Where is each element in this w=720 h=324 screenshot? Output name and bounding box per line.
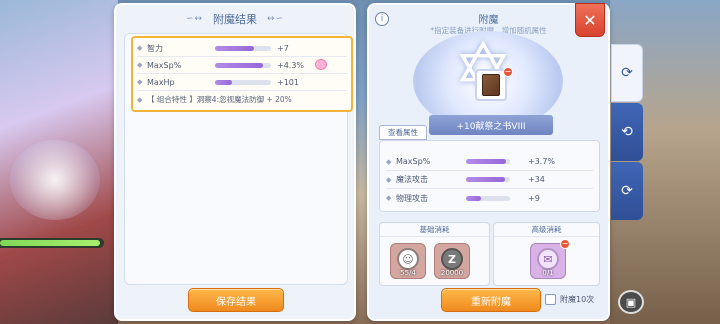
zeny-coin-icon: Z [441,248,463,270]
bullet-icon: ◆ [137,61,143,69]
attribute-value: +3.7% [528,157,556,166]
side-tab-enchant[interactable]: ⟳ [611,44,643,102]
enchant-tab-icon: ⟲ [621,124,633,140]
result-stat-row: ◆ 智力 +7 [137,40,347,57]
result-stats-box: ◆ 智力 +7 ◆ MaxSp% +4.3% ◆ MaxHp +101 ◆ 【 … [124,33,353,285]
stat-value: +4.3% [277,60,305,70]
enchant-10-checkbox[interactable] [545,294,556,305]
bullet-icon: ◆ [386,157,392,166]
bullet-icon: ◆ [386,175,392,184]
result-panel-title: 附魔结果 [213,13,257,26]
result-stat-row: ◆ MaxHp +101 [137,74,347,91]
close-button[interactable]: ✕ [575,3,605,37]
bullet-icon: ◆ [137,95,143,104]
stat-bar [215,45,271,51]
save-result-button[interactable]: 保存结果 [188,288,284,312]
enchant-10-label: 附魔10次 [560,295,595,304]
material-item[interactable]: ☺ 55/4 [390,243,426,279]
attribute-bar [466,177,510,182]
material-count: 0/1 [542,269,554,277]
enchant-crystal-icon: ☺ [397,248,419,270]
material-count: 20000 [440,269,464,277]
equipment-slot[interactable] [475,69,507,101]
deco-left-icon: ∽↔ [185,14,203,24]
remove-item-icon[interactable]: − [503,67,513,77]
advanced-ticket-icon: ✉ [537,248,559,270]
pig-icon [315,59,327,70]
stat-bar [215,62,271,68]
bullet-icon: ◆ [386,194,392,202]
enchant-10-toggle[interactable]: 附魔10次 [545,294,594,305]
enchant-panel-title: 附魔 [478,15,499,26]
reenchant-button[interactable]: 重新附魔 [441,288,541,312]
stat-bar [215,79,271,85]
attribute-value: +34 [528,175,545,184]
result-stat-row: ◆ MaxSp% +4.3% [137,57,347,74]
chest-icon[interactable]: ▣ [618,290,644,314]
hp-bar [0,238,104,248]
material-count: 55/4 [400,269,416,277]
material-item[interactable]: Z 20000 [434,243,470,279]
base-cost-box: 基础消耗 ☺ 55/4 Z 20000 [379,222,490,286]
attribute-row: ◆ 物理攻击 +9 [386,189,593,207]
attribute-row: ◆ MaxSp% +3.7% [386,153,593,171]
advanced-cost-box: 高级消耗 ✉ 0/1 − [493,222,600,286]
attribute-name: MaxSp% [396,157,431,166]
base-cost-title: 基础消耗 [380,223,489,237]
remove-material-icon[interactable]: − [560,239,570,249]
attribute-value: +9 [528,193,540,203]
side-tab-enchant-2[interactable]: ⟲ [611,103,643,161]
stat-value: +7 [277,43,289,53]
attribute-name: 魔法攻击 [396,175,428,184]
combo-row: ◆ 【 组合特性 】洞察4:忽视魔法防御 + 20% [137,91,347,108]
enchant-tab-icon: ⟳ [621,183,633,199]
advanced-cost-title: 高级消耗 [494,223,599,237]
attribute-row: ◆ 魔法攻击 +34 [386,171,593,189]
enchant-tab-icon: ⟳ [621,65,633,81]
item-name-ribbon: +10献祭之书VIII [429,115,553,135]
combo-text: 【 组合特性 】洞察4:忽视魔法防御 + 20% [147,95,292,104]
stat-value: +101 [277,77,299,87]
light-glow [10,140,100,220]
stat-name: MaxSp% [147,60,182,70]
attributes-box: ◆ MaxSp% +3.7% ◆ 魔法攻击 +34 ◆ 物理攻击 +9 [379,140,600,212]
side-tab-enchant-3[interactable]: ⟳ [611,162,643,220]
bullet-icon: ◆ [137,44,143,52]
result-panel-header: ∽↔ 附魔结果 ↔∽ [116,5,354,33]
stat-name: MaxHp [147,77,175,87]
view-attributes-tab[interactable]: 查看属性 [379,125,427,140]
book-icon [482,74,500,96]
side-tab-bar: ⟳ ⟲ ⟳ [611,44,643,221]
attribute-bar [466,195,510,201]
stat-name: 智力 [147,43,163,53]
result-stat-list[interactable]: ◆ 智力 +7 ◆ MaxSp% +4.3% ◆ MaxHp +101 ◆ 【 … [131,36,353,112]
deco-right-icon: ↔∽ [267,14,285,24]
material-item[interactable]: ✉ 0/1 [530,243,566,279]
enchant-panel: i 附魔 *指定装备进行附魔，增加随机属性 ✡ − +10献祭之书VIII 查看… [367,3,610,321]
attribute-bar [466,159,510,164]
bullet-icon: ◆ [137,78,143,86]
attribute-name: 物理攻击 [396,193,428,203]
enchant-result-panel: ∽↔ 附魔结果 ↔∽ ◆ 智力 +7 ◆ MaxSp% +4.3% ◆ MaxH… [114,3,356,321]
